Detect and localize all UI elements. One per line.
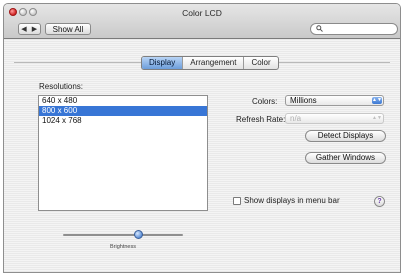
list-item[interactable]: 640 x 480 [39,96,207,106]
refresh-rate-value: n/a [290,114,302,123]
resolutions-list[interactable]: 640 x 480 800 x 600 1024 x 768 [38,95,208,211]
popup-arrows-icon: ▲▼ [372,97,382,104]
list-item[interactable]: 800 x 600 [39,106,207,116]
tab-display[interactable]: Display [142,57,184,69]
window-title: Color LCD [182,8,222,18]
brightness-label: Brightness [110,244,136,250]
magnifier-icon [316,25,323,32]
toolbar: Color LCD ◀ ▶ Show All [4,4,400,39]
show-all-button[interactable]: Show All [45,23,91,35]
refresh-rate-select: n/a ▲▼ [285,113,384,124]
tab-bar: Display Arrangement Color [141,56,279,70]
tab-arrangement[interactable]: Arrangement [183,57,245,69]
detect-displays-button[interactable]: Detect Displays [305,130,386,142]
back-arrow-icon: ◀ [21,26,27,33]
help-button[interactable]: ? [374,196,385,207]
colors-select[interactable]: Millions ▲▼ [285,95,384,106]
tab-color[interactable]: Color [244,57,277,69]
show-displays-menu-bar-label: Show displays in menu bar [244,196,340,205]
popup-arrows-icon: ▲▼ [372,115,382,121]
brightness-slider-thumb[interactable] [134,230,143,239]
brightness-slider-track[interactable] [63,234,183,236]
colors-label: Colors: [252,97,278,106]
search-field[interactable] [310,23,398,35]
search-input[interactable] [327,24,393,34]
forward-button[interactable]: ▶ [29,23,41,35]
resolutions-label: Resolutions: [39,82,84,91]
forward-arrow-icon: ▶ [31,26,38,33]
preferences-window: Color LCD ◀ ▶ Show All Display Arrangeme… [3,3,401,273]
refresh-rate-label: Refresh Rate: [236,115,286,124]
list-item[interactable]: 1024 x 768 [39,116,207,126]
show-displays-menu-bar-checkbox[interactable] [233,197,241,205]
gather-windows-button[interactable]: Gather Windows [305,152,386,164]
colors-select-value: Millions [290,96,317,105]
search-icon [316,25,323,34]
